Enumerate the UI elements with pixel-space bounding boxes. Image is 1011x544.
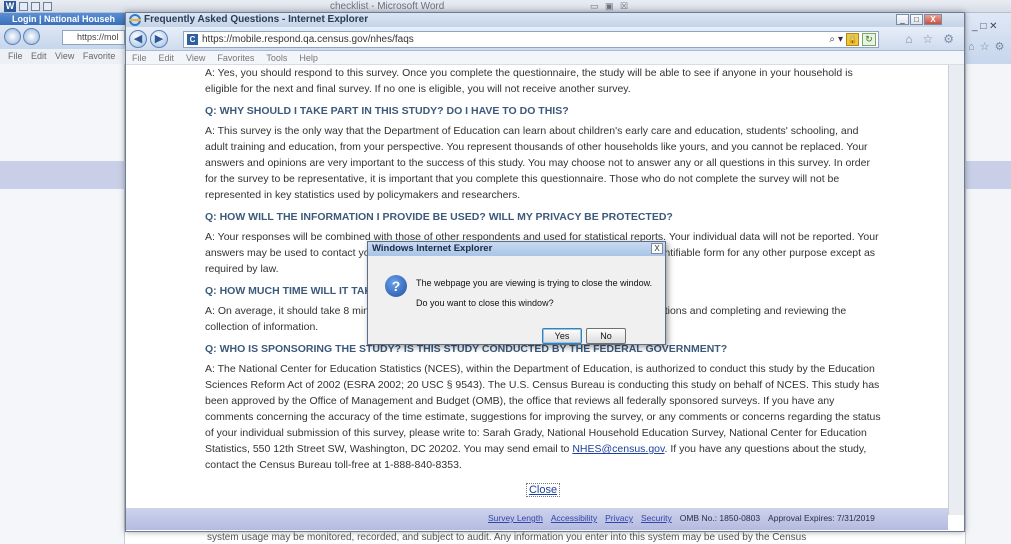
faq-intro-answer: A: Yes, you should respond to this surve… bbox=[205, 67, 853, 95]
undo-icon[interactable] bbox=[31, 2, 40, 11]
background-browser-navbar: https://mol bbox=[0, 25, 125, 49]
menu-view[interactable]: View bbox=[186, 51, 205, 64]
faq-question-why-take-part: Q: WHY SHOULD I TAKE PART IN THIS STUDY?… bbox=[205, 105, 569, 117]
question-icon: ? bbox=[385, 275, 407, 297]
page-footer: Survey Length Accessibility Privacy Secu… bbox=[126, 508, 948, 530]
background-browser-window: Login | National Househ https://mol File… bbox=[0, 13, 125, 544]
ie-window-controls: _ □ X bbox=[896, 14, 942, 25]
lock-icon[interactable]: 🔒 bbox=[846, 33, 859, 46]
background-page-band bbox=[0, 161, 125, 189]
site-favicon-icon: C bbox=[187, 34, 198, 45]
word-logo-icon[interactable]: W bbox=[4, 1, 16, 12]
browser-tool-icons: ⌂ ☆ ⚙ bbox=[905, 32, 954, 46]
faq-question-information-use: Q: HOW WILL THE INFORMATION I PROVIDE BE… bbox=[205, 211, 673, 223]
dialog-message: The webpage you are viewing is trying to… bbox=[416, 278, 653, 288]
background-home-star-gear-icons[interactable]: ⌂ ☆ ⚙ bbox=[968, 40, 1005, 53]
background-browser-title[interactable]: Login | National Househ bbox=[0, 13, 125, 25]
forward-button[interactable]: ▶ bbox=[150, 30, 168, 48]
close-window-dialog: Windows Internet Explorer X ? The webpag… bbox=[367, 241, 666, 345]
ie-logo-icon bbox=[129, 14, 141, 26]
address-bar-controls: ⌕ ▾ 🔒 ↻ bbox=[829, 33, 876, 46]
ie-menu-bar: File Edit View Favorites Tools Help bbox=[126, 51, 964, 65]
background-browser-window-right: _ □ ✕ ⌂ ☆ ⚙ bbox=[965, 13, 1011, 544]
word-window-title: checklist - Microsoft Word bbox=[330, 1, 445, 12]
faq-answer-sponsor-text: A: The National Center for Education Sta… bbox=[205, 363, 881, 455]
redo-icon[interactable] bbox=[43, 2, 52, 11]
favorites-star-icon[interactable]: ☆ bbox=[922, 32, 933, 46]
menu-edit[interactable]: Edit bbox=[159, 51, 175, 64]
menu-file[interactable]: File bbox=[132, 51, 147, 64]
address-bar[interactable]: C https://mobile.respond.qa.census.gov/n… bbox=[183, 31, 879, 48]
forward-icon[interactable] bbox=[23, 28, 40, 45]
dialog-prompt: Do you want to close this window? bbox=[416, 298, 554, 308]
ie-window-title: Frequently Asked Questions - Internet Ex… bbox=[144, 14, 369, 25]
maximize-button[interactable]: □ bbox=[910, 14, 923, 25]
address-url[interactable]: https://mobile.respond.qa.census.gov/nhe… bbox=[202, 34, 414, 45]
word-quick-access-toolbar: W bbox=[4, 1, 52, 12]
menu-help[interactable]: Help bbox=[299, 51, 318, 64]
footer-links: Survey Length Accessibility Privacy Secu… bbox=[488, 513, 875, 523]
background-menu-bar[interactable]: File Edit View Favorite bbox=[0, 49, 125, 64]
minimize-button[interactable]: _ bbox=[896, 14, 909, 25]
background-address-bar[interactable]: https://mol bbox=[62, 30, 125, 45]
save-icon[interactable] bbox=[19, 2, 28, 11]
menu-tools[interactable]: Tools bbox=[266, 51, 287, 64]
footer-link-survey-length[interactable]: Survey Length bbox=[488, 513, 543, 523]
footer-link-privacy[interactable]: Privacy bbox=[605, 513, 633, 523]
footer-omb-number: OMB No.: 1850-0803 bbox=[679, 513, 761, 523]
background-right-toolbar: _ □ ✕ ⌂ ☆ ⚙ bbox=[966, 13, 1011, 64]
dialog-title[interactable]: Windows Internet Explorer bbox=[368, 242, 665, 256]
faq-answer-sponsor: A: The National Center for Education Sta… bbox=[205, 363, 881, 471]
footer-approval-expires: Approval Expires: 7/31/2019 bbox=[768, 513, 875, 523]
yes-button[interactable]: Yes bbox=[542, 328, 582, 344]
email-link[interactable]: NHES@census.gov bbox=[572, 443, 664, 455]
dropdown-icon[interactable]: ▾ bbox=[838, 33, 843, 46]
close-window-button[interactable]: X bbox=[924, 14, 942, 25]
background-window-controls[interactable]: _ □ ✕ bbox=[972, 21, 998, 32]
search-icon[interactable]: ⌕ bbox=[829, 33, 835, 46]
menu-favorites[interactable]: Favorites bbox=[217, 51, 254, 64]
background-page-text: system usage may be monitored, recorded,… bbox=[125, 532, 965, 544]
close-link[interactable]: Close bbox=[526, 483, 560, 497]
vertical-scrollbar[interactable] bbox=[948, 65, 964, 515]
back-button[interactable]: ◀ bbox=[129, 30, 147, 48]
background-page-band-right bbox=[966, 161, 1011, 189]
word-window-controls[interactable]: ▭ ▣ ☒ bbox=[590, 1, 630, 12]
gear-icon[interactable]: ⚙ bbox=[943, 32, 954, 46]
footer-link-accessibility[interactable]: Accessibility bbox=[551, 513, 597, 523]
refresh-icon[interactable]: ↻ bbox=[862, 33, 876, 46]
back-icon[interactable] bbox=[4, 28, 21, 45]
ie-navigation-bar: ◀ ▶ C https://mobile.respond.qa.census.g… bbox=[126, 27, 964, 51]
home-icon[interactable]: ⌂ bbox=[905, 32, 912, 46]
footer-link-security[interactable]: Security bbox=[641, 513, 672, 523]
dialog-close-button[interactable]: X bbox=[651, 243, 663, 254]
ie-title-bar[interactable]: Frequently Asked Questions - Internet Ex… bbox=[126, 13, 964, 27]
no-button[interactable]: No bbox=[586, 328, 626, 344]
faq-answer-why-take-part: A: This survey is the only way that the … bbox=[205, 125, 870, 201]
